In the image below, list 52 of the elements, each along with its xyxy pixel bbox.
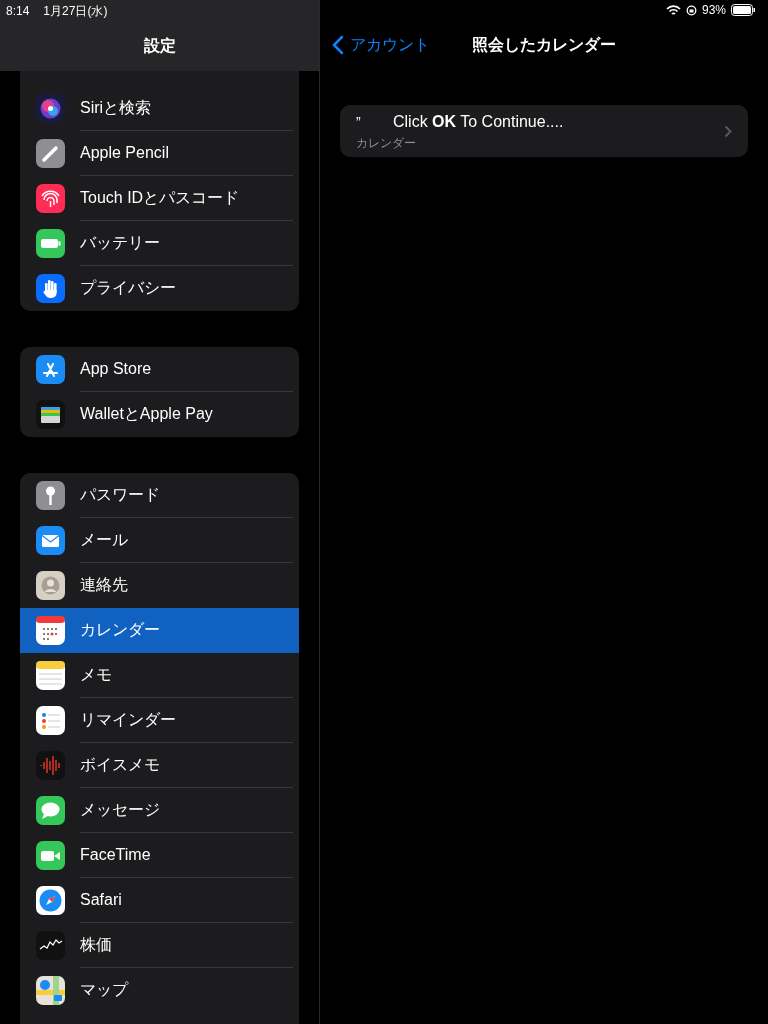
video-camera-icon [36,841,65,870]
chevron-right-icon [724,124,732,138]
settings-item[interactable]: Apple Pencil [20,131,299,176]
pencil-icon [36,139,65,168]
chevron-left-icon [332,35,344,55]
sidebar-title: 設定 [143,37,176,54]
speech-bubble-icon [36,796,65,825]
settings-item[interactable]: メッセージ [20,788,299,833]
settings-item[interactable]: 株価 [20,923,299,968]
settings-item[interactable]: カレンダー [20,608,299,653]
settings-item[interactable]: 連絡先 [20,563,299,608]
settings-item[interactable]: ボイスメモ [20,743,299,788]
calendar-row[interactable]: ” Click OK To Continue.... カレンダー [340,105,748,157]
page-title: 照会したカレンダー [472,36,616,53]
settings-item[interactable]: プライバシー [20,266,299,311]
settings-item[interactable]: マップ [20,968,299,1013]
rotation-lock-icon [685,4,697,16]
settings-item[interactable]: バッテリー [20,221,299,266]
settings-item[interactable]: Safari [20,878,299,923]
settings-item[interactable]: リマインダー [20,698,299,743]
map-icon [36,976,65,1005]
battery-percent: 93% [701,2,726,19]
calendar-icon [36,616,65,645]
calendar-subtitle: カレンダー [356,135,417,152]
fingerprint-icon [36,184,65,213]
key-icon [36,481,65,510]
settings-item[interactable]: Siriと検索 [20,86,299,131]
wifi-icon [665,4,681,16]
envelope-icon [36,526,65,555]
battery-icon [731,4,756,16]
status-time: 8:14 [6,3,30,18]
notepad-icon [36,661,65,690]
waveform-icon [36,751,65,780]
settings-item[interactable]: WalletとApple Pay [20,392,299,437]
compass-icon [36,886,65,915]
status-date: 1月27日(水) [43,3,108,18]
orb-icon [36,94,65,123]
battery-icon [36,229,65,258]
checklist-icon [36,706,65,735]
back-button[interactable]: アカウント [332,33,430,57]
a-glyph-icon [36,355,65,384]
settings-item[interactable]: メモ [20,653,299,698]
settings-item[interactable]: Touch IDとパスコード [20,176,299,221]
settings-item[interactable]: パスワード [20,473,299,518]
settings-item[interactable]: App Store [20,347,299,392]
settings-item[interactable]: FaceTime [20,833,299,878]
wallet-icon [36,400,65,429]
quote-mark: ” [356,113,362,132]
contact-icon [36,571,65,600]
hand-icon [36,274,65,303]
settings-item[interactable]: メール [20,518,299,563]
calendar-name: Click OK To Continue.... [393,112,564,132]
